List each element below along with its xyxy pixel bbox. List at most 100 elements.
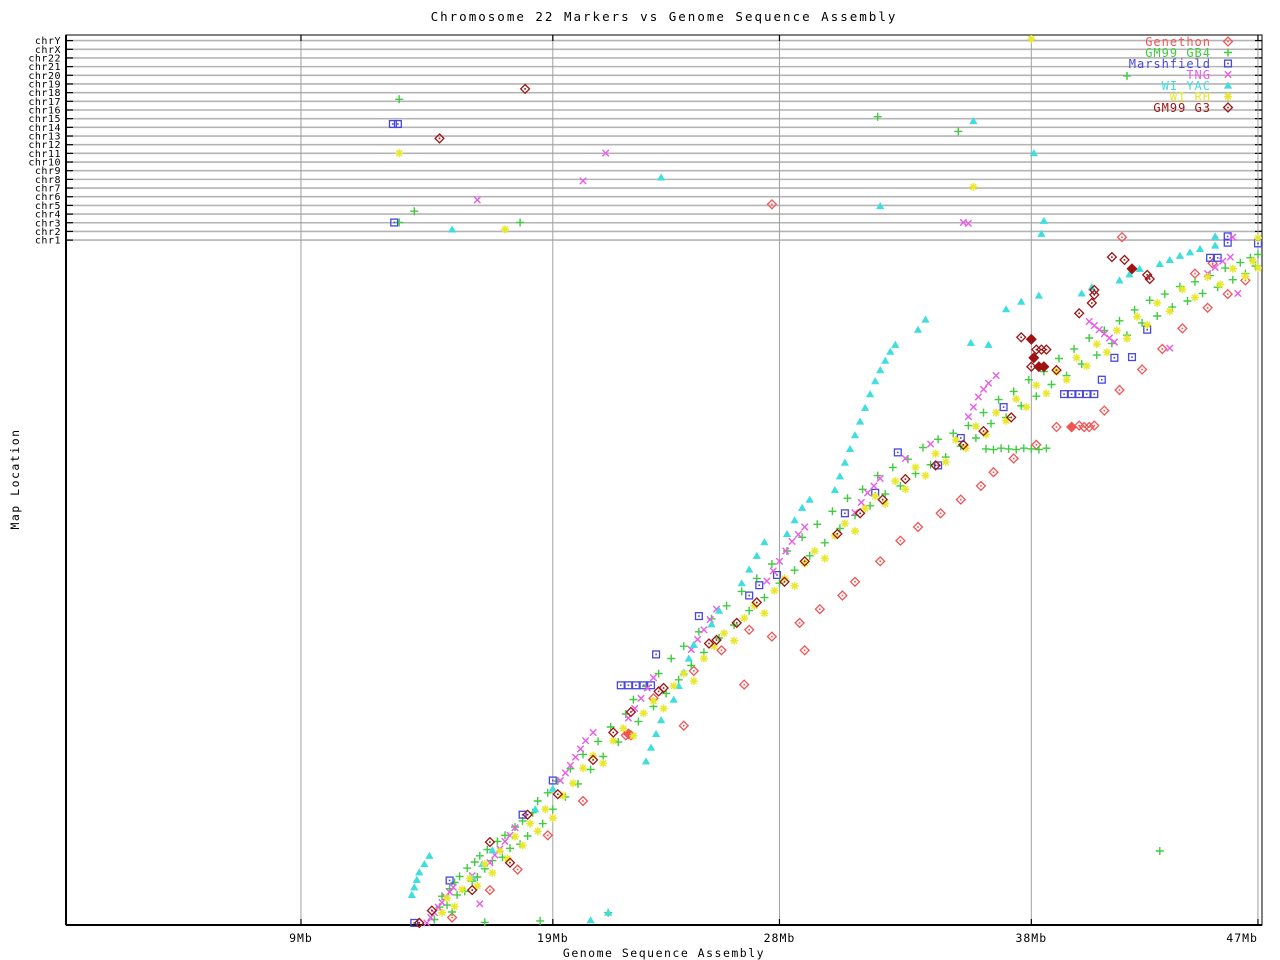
gm99-gb4-marker [857,484,868,494]
gm99-gb4-marker [721,601,732,611]
gm99-gb4-marker [548,804,558,814]
gm99-gb4-marker [533,796,543,806]
genethon-marker [912,521,924,533]
marshfield-marker [616,681,625,690]
wi-yac-marker [642,757,650,765]
marshfield-marker [893,448,902,457]
series-wi-yac [407,117,1220,924]
tng-marker [637,694,645,703]
wi-rh-marker [809,546,820,556]
tng-marker [706,615,715,624]
legend: Genethon GM99 GB4 Marshfield TNG WI YAC WI RH… [1129,35,1236,115]
wi-yac-marker [783,530,791,538]
wi-rh-marker [668,681,679,691]
wi-rh-marker [1228,264,1238,274]
tng-marker [473,195,482,204]
wi-rh-marker [1142,320,1152,330]
x-tick-label-47Mb: 47Mb [1226,931,1258,945]
wi-rh-marker [628,731,639,741]
wi-rh-marker [457,884,467,895]
wi-yac-marker [745,565,754,573]
wi-rh-marker [1122,333,1132,344]
tng-marker [649,673,658,682]
genethon-marker [716,645,727,656]
tng-marker [870,481,878,490]
gm99-gb4-marker [737,586,747,597]
wi-rh-marker [689,676,699,686]
gm99-gb4-marker [1009,386,1019,397]
wi-yac-marker [886,348,895,355]
genethon-marker [1177,323,1188,334]
wi-rh-marker [729,635,739,646]
genethon-marker [1051,421,1062,433]
chromosome-label-chr1: chr1 [35,236,61,247]
marshfield-marker [745,591,754,600]
gm99-gb4-marker [653,668,664,679]
wi-rh-marker [548,813,558,823]
tng-marker [581,736,590,745]
genethon-marker [794,617,805,628]
gm99-g3-marker [900,474,911,485]
gm99-gb4-marker [1046,379,1057,390]
gm99-gb4-marker [522,831,533,841]
gm99-gb4-marker [1003,444,1014,454]
wi-rh-marker [1071,353,1082,363]
gm99-gb4-marker [812,519,822,529]
wi-rh-marker [1253,263,1263,273]
tng-marker [449,883,458,892]
genethon-marker [1157,343,1168,354]
wi-yac-marker [657,716,665,724]
wi-yac-marker [420,860,429,868]
chromosome-band-lines: chrYchrXchr22chr21chr20chr19chr18chr17ch… [28,36,1262,247]
legend-marker-gm99-gb4 [1223,47,1233,58]
gm99-gb4-marker [1182,296,1193,306]
wi-yac-marker [412,876,421,883]
wi-rh-marker [930,448,941,459]
x-tick-label-19Mb: 19Mb [537,931,569,945]
gm99-gb4-marker [1152,311,1162,321]
series-gm99-gb4 [394,71,1263,927]
marshfield-marker [1090,390,1099,399]
wi-rh-marker [739,613,749,623]
wi-yac-marker [984,341,993,348]
marshfield-marker [1082,390,1091,399]
marshfield-marker [652,650,661,659]
genethon-marker [542,830,553,841]
axis-tick-labels: 9Mb 19Mb 28Mb 38Mb 47Mb [289,931,1258,945]
wi-yac-marker [407,891,416,899]
gm99-gb4-marker [1034,444,1044,455]
wi-rh-marker [578,763,588,773]
wi-rh-marker [1177,284,1188,295]
gridlines [300,35,1259,925]
gm99-gb4-marker [996,443,1006,453]
scatter-points [388,34,1263,928]
wi-yac-marker [1211,232,1220,240]
genethon-marker [1114,384,1125,396]
wi-rh-marker [1081,361,1092,371]
wi-rh-marker [951,435,961,445]
frame-rect [65,34,1263,926]
wi-yac-marker [1017,297,1026,305]
genethon-marker [1189,268,1201,279]
gm99-gb4-marker [666,653,676,664]
gm99-gb4-marker [759,592,770,603]
wi-rh-marker [1061,374,1072,385]
gm99-gb4-marker [1114,316,1125,326]
gm99-gb4-marker [1144,295,1155,305]
gm99-gb4-marker [686,660,696,671]
tng-marker [992,371,1000,380]
wi-rh-marker [437,907,447,918]
wi-rh-marker [1001,416,1011,426]
tng-marker [984,379,993,388]
wi-yac-marker [669,695,678,703]
wi-yac-marker [876,366,885,374]
gm99-gb4-marker [1228,275,1238,285]
wi-rh-marker [850,526,860,536]
wi-yac-marker [657,173,665,181]
genethon-marker [975,480,986,491]
tng-marker [693,635,702,644]
wi-rh-marker [480,859,490,869]
gm99-gb4-marker [585,764,596,775]
wi-rh-marker [510,831,520,842]
x-tick-label-9Mb: 9Mb [289,931,313,945]
